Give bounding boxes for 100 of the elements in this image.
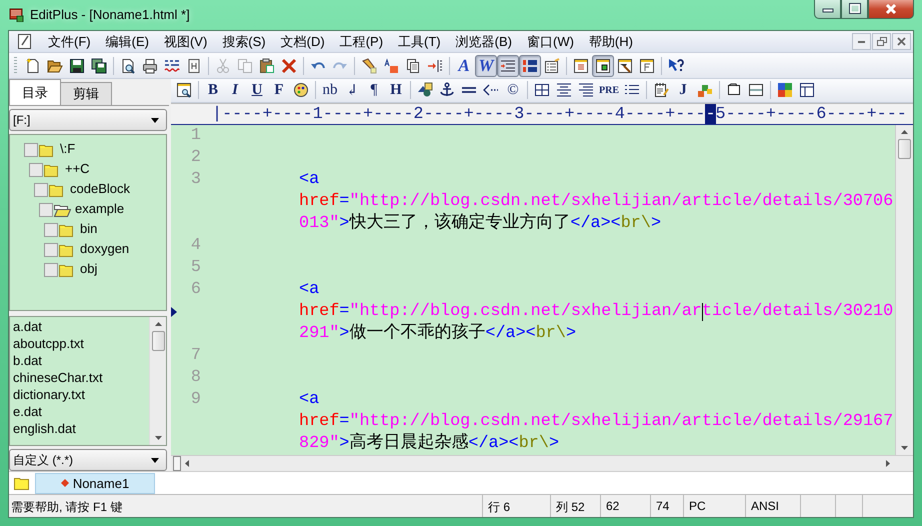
code-line: href="http://blog.csdn.net/sxhelijian/article/details/30706	[298, 190, 894, 212]
vertical-scrollbar[interactable]	[895, 124, 913, 455]
line-break-button[interactable]: ↲	[341, 79, 363, 102]
menu-item[interactable]: 工具(T)	[391, 30, 448, 52]
code-line: <a	[298, 278, 320, 301]
help-pointer-icon	[668, 58, 684, 74]
page-icon	[186, 58, 202, 74]
file-item[interactable]: dictionary.txt	[13, 386, 149, 403]
sidebar-tab[interactable]: 目录	[9, 79, 61, 105]
file-item[interactable]: aboutcpp.txt	[13, 334, 149, 352]
column-numbers-icon	[522, 58, 538, 74]
status-field: 62	[600, 495, 650, 517]
code-line: href="http://blog.csdn.net/sxhelijian/article/details/29167	[298, 410, 894, 432]
settings-list-icon	[544, 58, 560, 74]
window-icon	[595, 58, 611, 74]
menu-item[interactable]: 浏览器(B)	[448, 30, 519, 52]
filter-dropdown[interactable]: 自定义 (*.*)	[9, 449, 167, 471]
document-tab[interactable]: Noname1	[35, 472, 155, 494]
line-number: 6	[190, 278, 201, 301]
code-line: href="http://blog.csdn.net/sxhelijian/article/details/30210	[298, 300, 894, 322]
dropdown-arrow-icon	[150, 456, 160, 464]
window-button[interactable]	[592, 54, 614, 76]
clipboard-icon	[259, 58, 275, 74]
restore-button[interactable]	[872, 33, 891, 50]
copyright-button[interactable]: ©	[502, 79, 524, 102]
ruler-scale: |----+----1----+----2----+----3----+----4----+---	[212, 104, 706, 124]
menu-item[interactable]: 编辑(E)	[98, 30, 156, 52]
floppy-disks-icon	[91, 58, 107, 74]
line-wrap-icon	[500, 58, 516, 74]
spelling-icon	[164, 58, 180, 74]
file-item[interactable]: b.dat	[13, 352, 149, 369]
delete-icon	[281, 58, 297, 74]
bold-button[interactable]: B	[202, 79, 224, 102]
minimize-button[interactable]	[814, 0, 841, 19]
frame-split-icon	[748, 82, 764, 98]
menu-item[interactable]: 帮助(H)	[582, 30, 640, 52]
table-icon	[534, 82, 550, 98]
nbsp-button[interactable]: nb	[319, 79, 341, 102]
code-line: 013">快大三了，该确定专业方向了</a><br\>	[298, 212, 662, 235]
tree-item[interactable]: bin	[44, 218, 166, 239]
tree-item[interactable]: \:F	[24, 138, 166, 159]
tree-item[interactable]: doxygen	[44, 238, 166, 259]
line-number: 2	[190, 146, 201, 169]
file-item[interactable]: a.dat	[13, 318, 149, 335]
ruler-scale: 5----+----6----+---	[716, 104, 907, 124]
notepad-icon	[653, 82, 669, 98]
page-magnifier-icon	[120, 58, 136, 74]
paragraph-button[interactable]: ¶	[363, 79, 385, 102]
menu-item[interactable]: 文件(F)	[41, 30, 98, 52]
font-style-button[interactable]: A	[453, 54, 475, 76]
preformatted-button[interactable]: PRE	[597, 79, 621, 102]
toolbar-grip[interactable]	[14, 56, 17, 74]
palette-icon	[293, 82, 309, 98]
color-grid-icon	[777, 82, 793, 98]
vertical-scrollbar[interactable]	[149, 316, 166, 446]
status-field: 列 52	[550, 495, 600, 517]
scroll-up-icon	[900, 128, 909, 135]
menu-item[interactable]: 视图(V)	[156, 30, 214, 52]
file-item[interactable]: english.dat	[13, 420, 149, 437]
flashlight-icon	[361, 58, 377, 74]
scroll-thumb[interactable]	[152, 330, 164, 351]
menu-item[interactable]: 文档(D)	[274, 30, 332, 52]
drive-dropdown[interactable]: [F:]	[9, 109, 167, 131]
line-wrap-button[interactable]	[497, 54, 519, 76]
script-button[interactable]: J	[672, 79, 694, 102]
scroll-up-icon	[154, 320, 162, 327]
column-numbers-button[interactable]	[519, 54, 541, 76]
menu-item[interactable]: 工程(P)	[332, 30, 390, 52]
tree-item[interactable]: ++C	[29, 158, 166, 179]
split-handle[interactable]	[173, 456, 181, 471]
font-button[interactable]: F	[268, 79, 290, 102]
heading-button[interactable]: H	[385, 79, 407, 102]
tree-item[interactable]: example	[39, 198, 166, 219]
italic-button[interactable]: I	[224, 79, 246, 102]
close-button[interactable]	[892, 33, 911, 50]
minimize-button[interactable]	[852, 33, 871, 50]
copy-icon	[237, 58, 253, 74]
menu-item[interactable]: 搜索(S)	[215, 30, 273, 52]
status-field: 行 6	[482, 495, 550, 517]
close-button[interactable]	[868, 0, 914, 19]
maximize-button[interactable]	[841, 0, 868, 19]
maximize-icon	[848, 3, 860, 15]
file-item[interactable]: e.dat	[13, 402, 149, 420]
horizontal-scrollbar[interactable]	[171, 454, 913, 471]
scroll-down-icon	[154, 435, 162, 442]
scroll-thumb[interactable]	[898, 138, 911, 159]
indent-icon	[427, 58, 443, 74]
new-file-icon	[25, 58, 41, 74]
code-line: <a	[298, 168, 320, 191]
file-item[interactable]: chineseChar.txt	[13, 368, 149, 386]
align-right-icon	[578, 82, 594, 98]
window-title: EditPlus - [Noname1.html *]	[30, 7, 190, 22]
menu-item[interactable]: 窗口(W)	[520, 30, 581, 52]
word-wrap-button[interactable]: W	[475, 54, 497, 76]
shapes-icon	[417, 82, 433, 98]
sidebar-tab[interactable]: 剪辑	[60, 82, 112, 105]
underline-button[interactable]: U	[246, 79, 268, 102]
tree-item[interactable]: obj	[44, 258, 166, 279]
tree-item[interactable]: codeBlock	[34, 178, 166, 199]
notepad-icon	[17, 33, 33, 50]
